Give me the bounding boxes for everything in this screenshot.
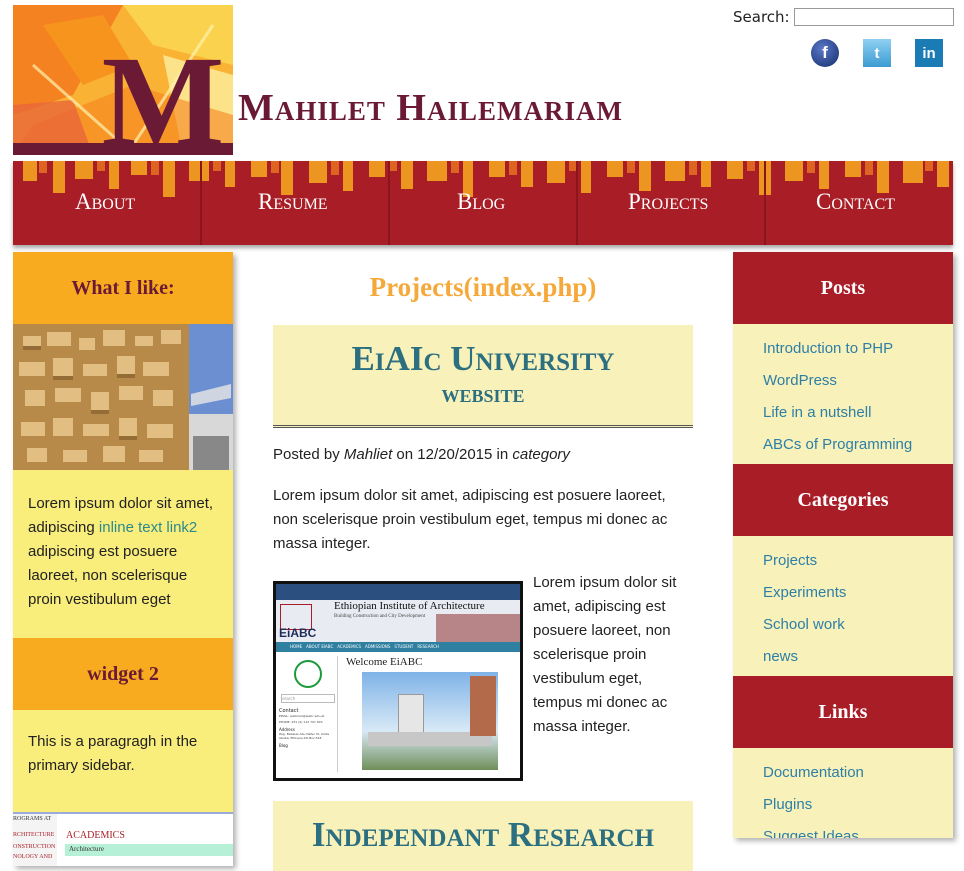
site-logo[interactable]: M	[13, 5, 233, 155]
thumb-text-4: ONSTRUCTION	[13, 844, 56, 850]
meta-posted-by: Posted by	[273, 446, 344, 463]
external-link[interactable]: Plugins	[763, 789, 953, 821]
search-label: Search:	[733, 8, 790, 26]
widget1-text: Lorem ipsum dolor sit amet, adipiscing i…	[28, 492, 218, 612]
widget2-body: This is a paragragh in the primary sideb…	[13, 710, 233, 812]
post2-title[interactable]: Independant Research	[273, 801, 693, 855]
thumb-search: search	[281, 694, 335, 703]
thumb-blog: Blog	[279, 743, 288, 748]
thumb-subheader: Building Construction and City Developme…	[334, 614, 426, 619]
meta-category[interactable]: category	[512, 446, 570, 463]
thumb-nav-1: ABOUT EIABC	[306, 644, 334, 649]
thumb-welcome: Welcome EiABC	[346, 656, 423, 668]
category-link[interactable]: news	[763, 641, 953, 673]
links-list: Documentation Plugins Suggest Ideas	[733, 748, 953, 838]
thumb-nav-5: RESEARCH	[417, 644, 439, 649]
post1-title-line1[interactable]: EiAIc University	[273, 325, 693, 379]
post1-header: EiAIc University website	[273, 325, 693, 428]
thumb-text-1: ROGRAMS AT	[13, 816, 52, 822]
categories-widget-title: Categories	[733, 464, 953, 536]
post-link[interactable]: Life in a nutshell	[763, 397, 953, 429]
widget1-body: Lorem ipsum dolor sit amet, adipiscing i…	[13, 470, 233, 638]
category-link[interactable]: Projects	[763, 545, 953, 577]
post1-meta: Posted by Mahliet on 12/20/2015 in categ…	[273, 446, 570, 463]
post-link[interactable]: ABCs of Programming	[763, 429, 953, 461]
widget1-title: What I like:	[13, 252, 233, 324]
page-title: Projects(index.php)	[369, 272, 597, 302]
posts-list: Introduction to PHP WordPress Life in a …	[733, 324, 953, 464]
main-nav: About Resume Blog Projects Contact	[13, 161, 953, 245]
post1-paragraph-2: Lorem ipsum dolor sit amet, adipiscing e…	[533, 574, 677, 735]
primary-sidebar: What I like: Lorem ipsum dolor sit amet,…	[13, 252, 233, 866]
site-title[interactable]: Mahilet Hailemariam	[238, 86, 623, 130]
thumb-brand: EiABC	[279, 626, 317, 640]
meta-in: in	[492, 446, 513, 463]
thumb-nav-0: HOME	[290, 644, 303, 649]
thumb-nav-2: ACADEMICS	[337, 644, 362, 649]
thumb-address: Zeg. Babelas Abu Nefso St, Addis Ababa, …	[279, 732, 330, 740]
categories-list: Projects Experiments School work news	[733, 536, 953, 676]
thumb-text-3: RCHITECTURE	[13, 832, 55, 838]
linkedin-icon[interactable]: in	[915, 39, 943, 67]
widget1-text-end: adipiscing est posuere laoreet, non scel…	[28, 543, 188, 608]
widget2-image: ROGRAMS AT ACADEMICS RCHITECTURE ONSTRUC…	[13, 812, 233, 866]
widget1-image	[13, 324, 233, 470]
category-link[interactable]: Experiments	[763, 577, 953, 609]
thumb-email: EMAIL: webmail@eiabc.edu.et	[279, 714, 325, 718]
twitter-icon[interactable]: t	[863, 39, 891, 67]
meta-author[interactable]: Mahliet	[344, 446, 392, 463]
thumb-text-5: NOLOGY AND	[13, 854, 53, 860]
post2-header: Independant Research	[273, 801, 693, 871]
search-input[interactable]	[793, 8, 954, 26]
facebook-icon[interactable]: f	[811, 39, 839, 67]
secondary-sidebar: Posts Introduction to PHP WordPress Life…	[733, 252, 953, 838]
widget2-text: This is a paragragh in the primary sideb…	[28, 733, 198, 774]
logo-letter: M	[102, 30, 225, 155]
nav-contact[interactable]: Contact	[816, 189, 895, 215]
category-link[interactable]: School work	[763, 609, 953, 641]
nav-blog[interactable]: Blog	[457, 189, 505, 215]
posts-widget-title: Posts	[733, 252, 953, 324]
external-link[interactable]: Suggest Ideas	[763, 821, 953, 838]
post-link[interactable]: WordPress	[763, 365, 953, 397]
thumb-nav-4: STUDENT	[394, 644, 414, 649]
inline-text-link[interactable]: inline text link2	[99, 519, 197, 536]
nav-about[interactable]: About	[75, 189, 135, 215]
post-link[interactable]: Introduction to PHP	[763, 333, 953, 365]
nav-resume[interactable]: Resume	[258, 189, 328, 215]
widget2-title: widget 2	[13, 638, 233, 710]
thumb-text-6: Architecture	[69, 845, 104, 853]
thumb-phone: PHONE: 251 (0) 112 707 003	[279, 720, 323, 724]
meta-date: 12/20/2015	[417, 446, 493, 463]
external-link[interactable]: Documentation	[763, 757, 953, 789]
links-widget-title: Links	[733, 676, 953, 748]
post1-title-line2[interactable]: website	[273, 379, 693, 409]
post1-image[interactable]: EiABC Ethiopian Institute of Architectur…	[273, 581, 523, 781]
thumb-header: Ethiopian Institute of Architecture	[334, 600, 485, 612]
thumb-nav-3: ADMISSIONS	[365, 644, 391, 649]
meta-on: on	[392, 446, 418, 463]
search-box: Search:	[733, 8, 954, 26]
nav-projects[interactable]: Projects	[628, 189, 708, 215]
post1-paragraph-1: Lorem ipsum dolor sit amet, adipiscing e…	[273, 487, 668, 552]
thumb-text-2: ACADEMICS	[66, 830, 125, 841]
